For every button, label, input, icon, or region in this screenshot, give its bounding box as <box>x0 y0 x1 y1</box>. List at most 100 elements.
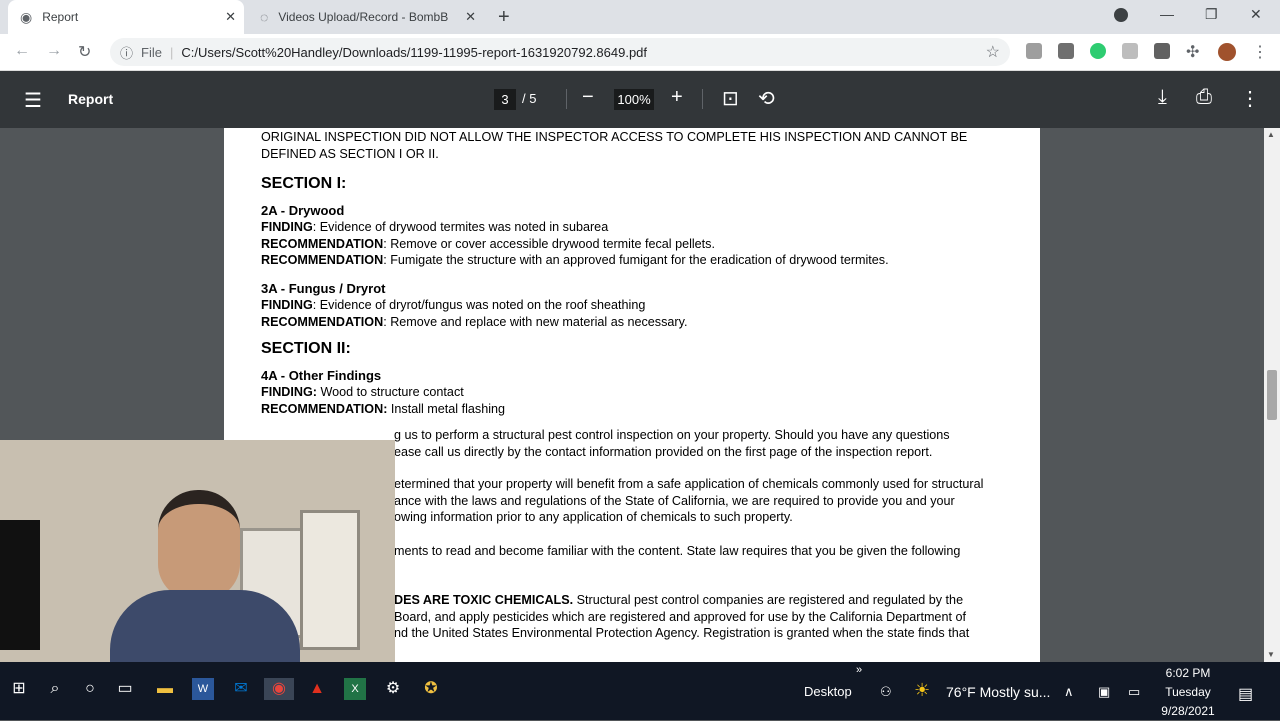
tab-search-icon[interactable] <box>1114 8 1128 22</box>
file-explorer-icon[interactable]: ▬ <box>154 678 176 700</box>
finding-label: FINDING <box>261 298 313 312</box>
tab-videos-upload[interactable]: ◌ Videos Upload/Record - BombBo ✕ <box>250 0 488 34</box>
search-icon[interactable]: ⌕ <box>44 678 66 700</box>
app-icon[interactable]: ✪ <box>420 678 442 700</box>
recommendation-label: RECOMMENDATION <box>261 314 384 329</box>
minimize-button[interactable]: — <box>1160 6 1174 22</box>
finding-label: FINDING <box>261 220 313 234</box>
download-icon[interactable]: ⤓ <box>1158 86 1167 109</box>
word-icon[interactable]: W <box>192 678 214 700</box>
close-icon[interactable]: ✕ <box>465 9 476 25</box>
avatar[interactable] <box>1218 43 1236 61</box>
battery-icon[interactable]: ▭ <box>1128 684 1140 700</box>
recommendation-text: : Remove or cover accessible drywood ter… <box>383 236 715 251</box>
system-clock[interactable]: 6:02 PM Tuesday 9/28/2021 <box>1158 664 1218 721</box>
zoom-input[interactable]: 100% <box>614 89 654 110</box>
item-3a-rec: RECOMMENDATION: Remove and replace with … <box>261 314 1003 331</box>
desktop-label[interactable]: Desktop <box>804 684 852 699</box>
text-line: DES ARE TOXIC CHEMICALS. Structural pest… <box>394 592 1003 609</box>
task-view-icon[interactable]: ▭ <box>114 678 136 700</box>
new-tab-button[interactable]: + <box>498 6 510 29</box>
tab-report[interactable]: ◉ Report ✕ <box>8 0 244 34</box>
grammarly-extension-icon[interactable] <box>1058 43 1074 59</box>
extensions-puzzle-icon[interactable]: ✣ <box>1186 42 1199 62</box>
page-total: / 5 <box>522 91 537 106</box>
notes-extension-icon[interactable] <box>1122 43 1138 59</box>
windows-start-icon[interactable]: ⊞ <box>8 678 30 700</box>
zoom-out-icon[interactable]: − <box>582 86 594 109</box>
person-head <box>158 490 240 600</box>
tray-chevron-icon[interactable]: ∧ <box>1064 684 1074 700</box>
reload-button[interactable]: ↻ <box>78 42 91 62</box>
people-icon[interactable]: ⚇ <box>880 684 892 700</box>
url-field[interactable]: ⓘ File | C:/Users/Scott%20Handley/Downlo… <box>110 38 1010 66</box>
recommendation-label: RECOMMENDATION <box>261 236 384 251</box>
recommendation-text: : Remove and replace with new material a… <box>383 314 688 329</box>
acrobat-extension-icon[interactable] <box>1026 43 1042 59</box>
text-line: ease call us directly by the contact inf… <box>394 444 933 459</box>
bookmark-star-icon[interactable]: ☆ <box>986 42 1000 62</box>
excel-icon[interactable]: X <box>344 678 366 700</box>
screen-extension-icon[interactable] <box>1154 43 1170 59</box>
item-4a-finding: FINDING: Wood to structure contact <box>261 384 1003 401</box>
wall-art <box>300 510 360 650</box>
url-scheme-label: File <box>141 44 162 60</box>
text-line: etermined that your property will benefi… <box>394 477 984 491</box>
url-text: C:/Users/Scott%20Handley/Downloads/1199-… <box>181 44 648 60</box>
toolbar-divider <box>566 89 567 109</box>
tab-title: Videos Upload/Record - BombBo <box>278 10 449 24</box>
weather-icon[interactable]: ☀ <box>914 680 930 701</box>
hamburger-menu-icon[interactable]: ☰ <box>24 88 42 113</box>
text-line: g us to perform a structural pest contro… <box>394 428 950 442</box>
fit-page-icon[interactable]: ⊡ <box>722 86 739 111</box>
text-line: ance with the laws and regulations of th… <box>394 493 955 508</box>
acrobat-icon[interactable]: ▲ <box>306 678 328 700</box>
cortana-icon[interactable]: ○ <box>79 678 101 700</box>
settings-gear-icon[interactable]: ⚙ <box>382 678 404 700</box>
loading-icon: ◌ <box>260 9 269 25</box>
info-icon[interactable]: ⓘ <box>120 43 133 62</box>
intro-paragraph: ORIGINAL INSPECTION DID NOT ALLOW THE IN… <box>261 130 968 161</box>
browser-tab-strip: ◉ Report ✕ ◌ Videos Upload/Record - Bomb… <box>0 0 1280 34</box>
text-span: Structural pest control companies are re… <box>573 593 964 607</box>
chrome-icon[interactable]: ◉ <box>264 678 294 700</box>
scroll-down-icon[interactable]: ▼ <box>1267 650 1275 659</box>
finding-label: FINDING: <box>261 385 317 399</box>
recommendation-text: Install metal flashing <box>387 401 506 416</box>
close-window-button[interactable]: ✕ <box>1250 6 1262 23</box>
windows-taskbar: ⊞ ⌕ ○ ▭ ▬ W ✉ ◉ ▲ X ⚙ ✪ » Desktop ⚇ ☀ 76… <box>0 662 1280 720</box>
green-extension-icon[interactable] <box>1090 43 1106 59</box>
finding-text: : Evidence of dryrot/fungus was noted on… <box>312 298 646 312</box>
warning-bold-text: DES ARE TOXIC CHEMICALS. <box>394 593 574 607</box>
text-line: Board, and apply pesticides which are re… <box>394 609 966 624</box>
network-icon[interactable]: ▣ <box>1098 684 1110 700</box>
page-number-input[interactable]: 3 <box>494 89 516 110</box>
restore-button[interactable]: ❐ <box>1205 6 1218 23</box>
url-divider: | <box>169 44 174 60</box>
print-icon[interactable]: ⎙ <box>1196 86 1212 109</box>
zoom-in-icon[interactable]: + <box>671 86 683 109</box>
rotate-icon[interactable]: ⟲ <box>758 86 775 111</box>
overflow-chevron-icon[interactable]: » <box>856 664 862 676</box>
scrollbar-thumb[interactable] <box>1267 370 1277 420</box>
microphone <box>0 520 40 650</box>
recommendation-label: RECOMMENDATION <box>261 253 384 267</box>
pdf-toolbar: ☰ Report 3 / 5 − 100% + ⊡ ⟲ ⤓ ⎙ ⋮ <box>0 71 1280 128</box>
clock-date: 9/28/2021 <box>1161 704 1215 718</box>
close-icon[interactable]: ✕ <box>225 9 236 25</box>
recommendation-label: RECOMMENDATION: <box>261 401 388 416</box>
forward-button[interactable]: → <box>46 42 62 60</box>
back-button[interactable]: ← <box>14 42 30 60</box>
more-options-icon[interactable]: ⋮ <box>1240 86 1260 111</box>
outlook-icon[interactable]: ✉ <box>230 678 252 700</box>
clock-day: Tuesday <box>1165 685 1211 699</box>
weather-text[interactable]: 76°F Mostly su... <box>946 684 1050 700</box>
section1-heading: SECTION I: <box>261 175 347 192</box>
browser-menu-icon[interactable]: ⋮ <box>1252 42 1268 62</box>
item-2a-title: 2A - Drywood <box>261 202 345 218</box>
text-line: owing information prior to any applicati… <box>394 510 793 524</box>
item-2a-rec2: RECOMMENDATION: Fumigate the structure w… <box>261 252 1003 269</box>
notifications-icon[interactable]: ▤ <box>1238 684 1253 704</box>
scroll-up-icon[interactable]: ▲ <box>1267 130 1275 139</box>
finding-text: : Evidence of drywood termites was noted… <box>312 220 609 234</box>
